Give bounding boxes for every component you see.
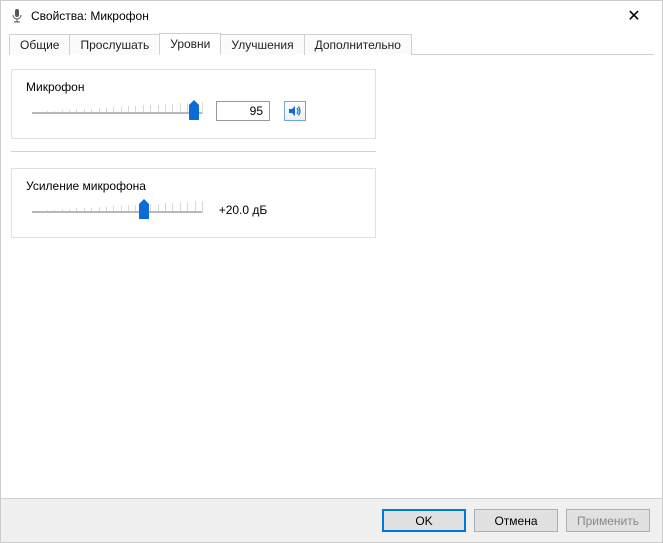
mic-level-value[interactable]: 95 xyxy=(216,101,270,121)
mic-level-group: Микрофон 95 xyxy=(11,69,376,139)
ok-button[interactable]: OK xyxy=(382,509,466,532)
titlebar: Свойства: Микрофон ✕ xyxy=(1,1,662,31)
tab-content-levels: Микрофон 95 Усилени xyxy=(1,55,662,498)
tab-general[interactable]: Общие xyxy=(9,34,70,55)
apply-button[interactable]: Применить xyxy=(566,509,650,532)
tab-listen[interactable]: Прослушать xyxy=(69,34,160,55)
mic-boost-value: +20.0 дБ xyxy=(216,203,270,217)
mic-boost-row: +20.0 дБ xyxy=(26,199,361,221)
dialog-footer: OK Отмена Применить xyxy=(1,498,662,542)
mic-slider-thumb[interactable] xyxy=(189,100,199,120)
mic-boost-slider[interactable] xyxy=(32,199,202,221)
mic-boost-label: Усиление микрофона xyxy=(26,179,361,193)
tabs: Общие Прослушать Уровни Улучшения Дополн… xyxy=(9,31,654,55)
tabs-container: Общие Прослушать Уровни Улучшения Дополн… xyxy=(1,31,662,55)
cancel-button[interactable]: Отмена xyxy=(474,509,558,532)
mic-level-slider[interactable] xyxy=(32,100,202,122)
tab-advanced[interactable]: Дополнительно xyxy=(304,34,412,55)
microphone-icon xyxy=(9,8,25,24)
mic-level-row: 95 xyxy=(26,100,361,122)
mic-level-label: Микрофон xyxy=(26,80,361,94)
boost-slider-thumb[interactable] xyxy=(139,199,149,219)
window-title: Свойства: Микрофон xyxy=(31,9,614,23)
mic-boost-group: Усиление микрофона +20.0 дБ xyxy=(11,168,376,238)
tab-enhancements[interactable]: Улучшения xyxy=(220,34,304,55)
tab-levels[interactable]: Уровни xyxy=(159,33,221,55)
divider xyxy=(11,151,376,152)
close-button[interactable]: ✕ xyxy=(614,6,654,26)
mic-mute-button[interactable] xyxy=(284,101,306,121)
speaker-icon xyxy=(288,104,302,118)
